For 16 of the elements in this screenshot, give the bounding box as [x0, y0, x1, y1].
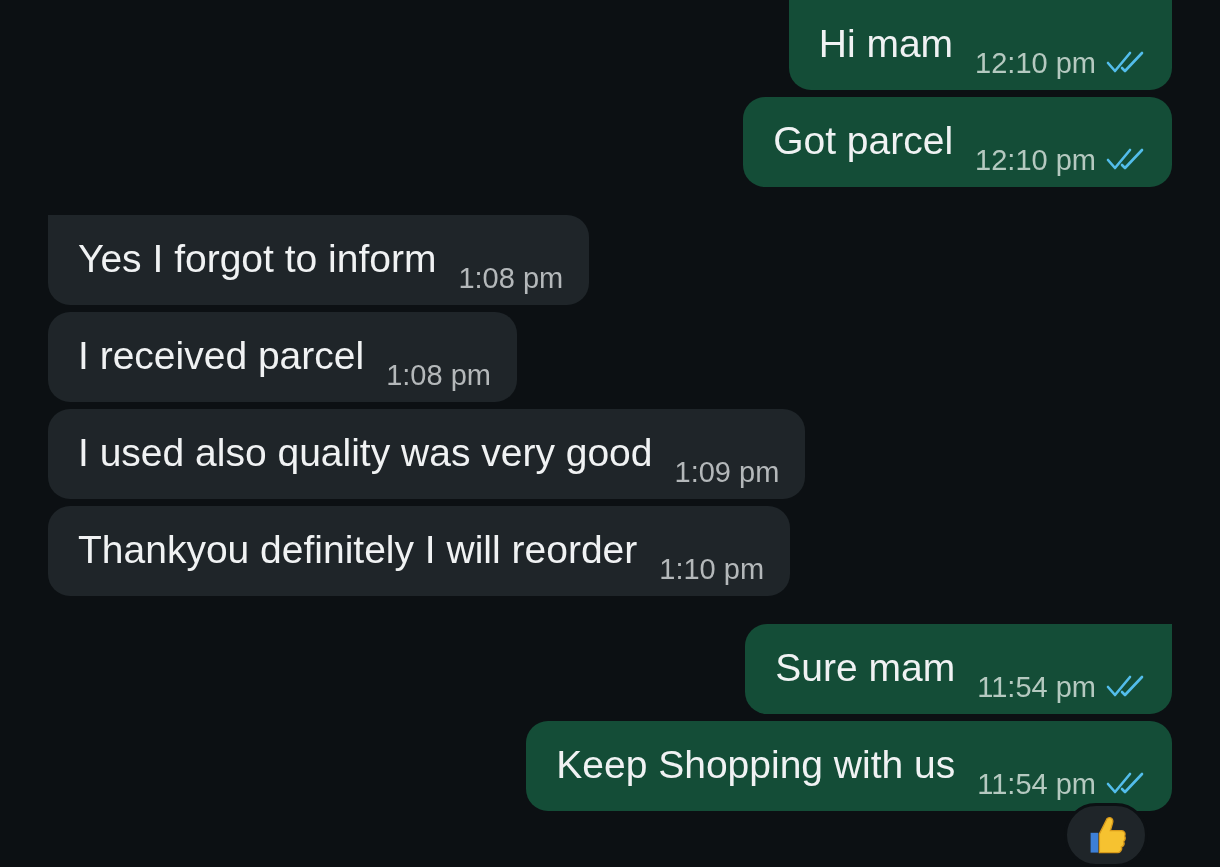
- message-text: Sure mam: [775, 646, 956, 691]
- message-text: Keep Shopping with us: [556, 743, 956, 788]
- message-time: 1:08 pm: [386, 359, 491, 392]
- message-text: Thankyou definitely I will reorder: [78, 528, 638, 573]
- message-time: 1:10 pm: [659, 553, 765, 586]
- message-time: 11:54 pm: [977, 671, 1096, 704]
- message-time: 1:09 pm: [674, 456, 780, 489]
- message-time: 11:54 pm: [977, 768, 1096, 801]
- message-text: Got parcel: [773, 119, 954, 164]
- message-text: I received parcel: [78, 334, 365, 379]
- message-time: 12:10 pm: [975, 144, 1096, 177]
- message-text: I used also quality was very good: [78, 431, 653, 476]
- message-text: Hi mam: [818, 22, 954, 67]
- message-time: 12:10 pm: [975, 47, 1096, 80]
- message-text: Yes I forgot to inform: [78, 237, 437, 282]
- message-time: 1:08 pm: [458, 262, 564, 295]
